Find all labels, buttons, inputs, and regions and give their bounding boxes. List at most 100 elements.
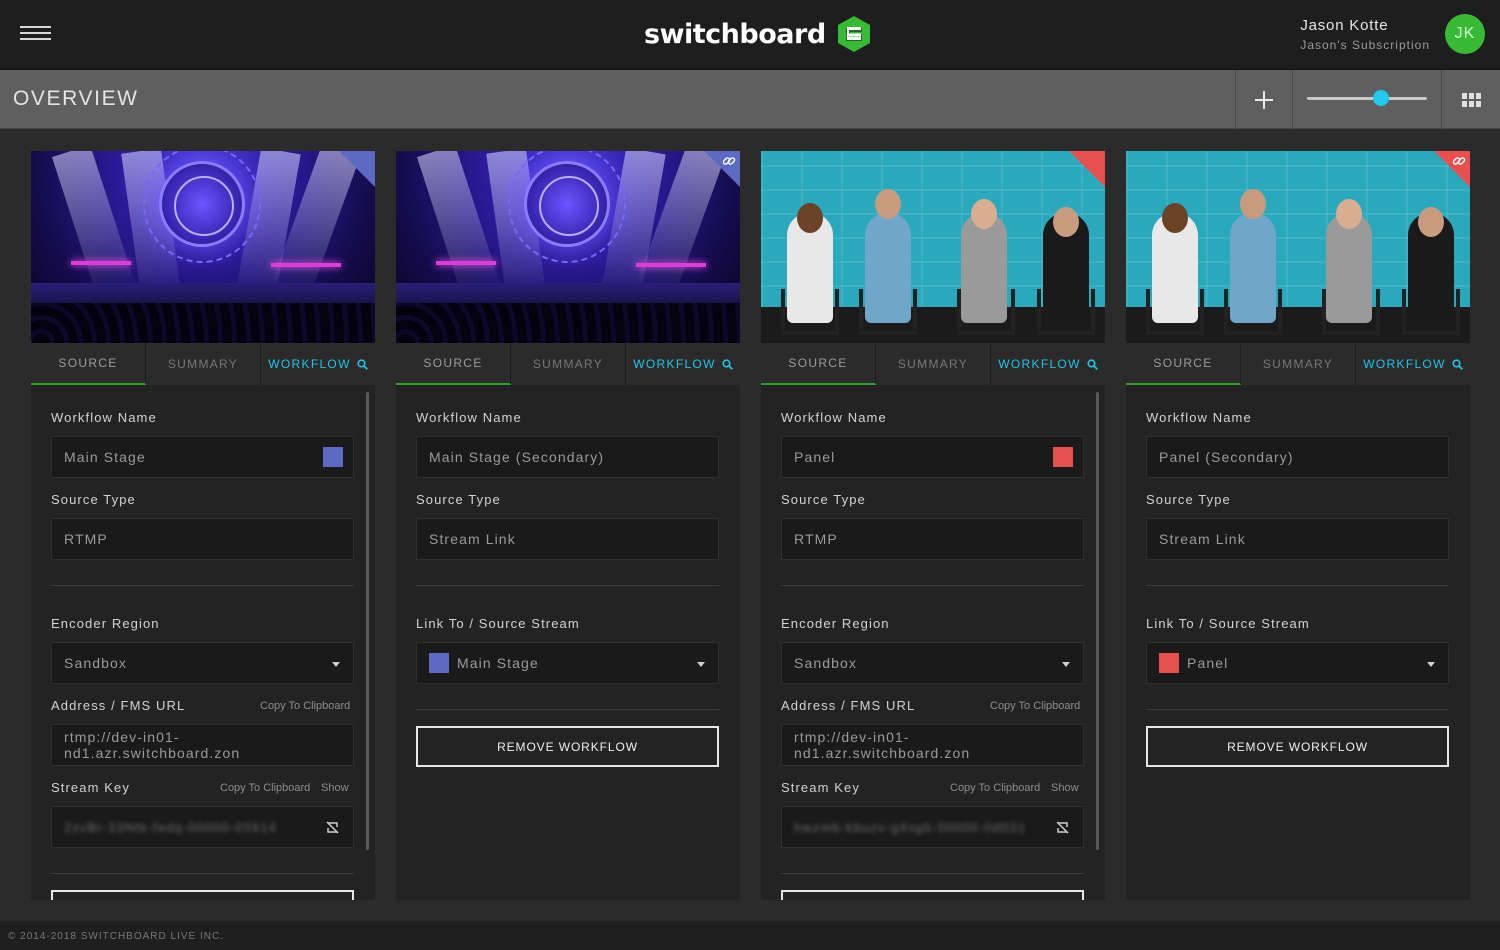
tab-workflow[interactable]: WORKFLOW — [1356, 343, 1470, 385]
grid-view-button[interactable] — [1443, 70, 1500, 129]
tab-summary[interactable]: SUMMARY — [1241, 343, 1356, 385]
link-to-select[interactable]: Panel — [1146, 642, 1449, 684]
search-icon — [722, 358, 733, 370]
chevron-down-icon — [1062, 662, 1070, 667]
user-info[interactable]: Jason Kotte Jason's Subscription — [1300, 17, 1430, 52]
user-name: Jason Kotte — [1300, 17, 1389, 34]
encoder-region-label: Encoder Region — [781, 616, 890, 631]
remove-workflow-button[interactable] — [781, 890, 1084, 900]
stream-preview[interactable] — [396, 151, 740, 343]
encoder-region-value: Sandbox — [64, 655, 127, 671]
card-tabs: SOURCE SUMMARY WORKFLOW — [761, 343, 1105, 385]
tab-workflow-label: WORKFLOW — [633, 357, 716, 371]
scrollbar[interactable] — [366, 392, 369, 850]
divider — [1146, 585, 1449, 586]
copy-stream-key-link[interactable]: Copy To Clipboard — [220, 782, 310, 794]
workflow-name-label: Workflow Name — [1146, 410, 1252, 425]
stream-key-label: Stream Key — [51, 780, 130, 795]
workflow-name-field[interactable]: Main Stage (Secondary) — [416, 436, 719, 478]
search-icon — [1087, 358, 1098, 370]
menu-icon[interactable] — [20, 26, 51, 42]
workflow-name-field[interactable]: Panel — [781, 436, 1084, 478]
top-bar: switchboard Jason Kotte Jason's Subscrip… — [0, 0, 1500, 70]
source-type-label: Source Type — [1146, 492, 1231, 507]
user-subscription: Jason's Subscription — [1300, 38, 1430, 52]
stream-preview[interactable] — [761, 151, 1105, 343]
workflow-card-panel-secondary: SOURCE SUMMARY WORKFLOW Workflow Name Pa… — [1126, 151, 1470, 900]
scrollbar[interactable] — [1096, 392, 1099, 850]
card-tabs: SOURCE SUMMARY WORKFLOW — [31, 343, 375, 385]
avatar[interactable]: JK — [1445, 14, 1485, 54]
remove-workflow-button[interactable]: REMOVE WORKFLOW — [1146, 726, 1449, 767]
stream-preview[interactable] — [1126, 151, 1470, 343]
tab-summary[interactable]: SUMMARY — [876, 343, 991, 385]
workflow-card-main-stage: SOURCE SUMMARY WORKFLOW Workflow Name Ma… — [31, 151, 375, 900]
chevron-down-icon — [1427, 662, 1435, 667]
workflow-name-value: Main Stage (Secondary) — [429, 449, 605, 465]
copy-address-link[interactable]: Copy To Clipboard — [260, 700, 350, 712]
stream-key-field[interactable]: 2zvBr-33Ntk-fedq-00000-05914 — [51, 806, 354, 848]
panel-preview-image — [1126, 151, 1470, 343]
address-field[interactable]: rtmp://dev-in01-nd1.azr.switchboard.zon — [51, 724, 354, 766]
tab-source[interactable]: SOURCE — [31, 343, 146, 385]
tab-summary[interactable]: SUMMARY — [146, 343, 261, 385]
search-icon — [1452, 358, 1463, 370]
tab-source[interactable]: SOURCE — [761, 343, 876, 385]
link-to-select[interactable]: Main Stage — [416, 642, 719, 684]
source-type-value: RTMP — [64, 531, 108, 547]
regenerate-key-icon[interactable] — [1055, 820, 1070, 835]
workflow-color-swatch[interactable] — [323, 447, 343, 467]
add-workflow-button[interactable] — [1235, 70, 1293, 129]
encoder-region-select[interactable]: Sandbox — [781, 642, 1084, 684]
stream-key-value: hwzmb-kbuzv-g4sgb-00000-0d031 — [794, 819, 1027, 835]
encoder-region-select[interactable]: Sandbox — [51, 642, 354, 684]
switchboard-logo-icon — [837, 16, 870, 52]
tab-workflow[interactable]: WORKFLOW — [626, 343, 740, 385]
source-type-value: RTMP — [794, 531, 838, 547]
stage-preview-image — [31, 151, 375, 343]
brand-name: switchboard — [644, 18, 826, 50]
workflow-form: Workflow Name Panel (Secondary) Source T… — [1126, 385, 1470, 900]
divider — [51, 585, 354, 586]
tab-source[interactable]: SOURCE — [396, 343, 511, 385]
workflow-name-label: Workflow Name — [51, 410, 157, 425]
source-type-label: Source Type — [781, 492, 866, 507]
remove-workflow-button[interactable]: REMOVE WORKFLOW — [416, 726, 719, 767]
tab-workflow-label: WORKFLOW — [998, 357, 1081, 371]
stream-key-field[interactable]: hwzmb-kbuzv-g4sgb-00000-0d031 — [781, 806, 1084, 848]
link-icon — [1452, 157, 1466, 165]
copy-address-link[interactable]: Copy To Clipboard — [990, 700, 1080, 712]
tab-workflow[interactable]: WORKFLOW — [261, 343, 375, 385]
divider — [1146, 709, 1449, 710]
tab-summary[interactable]: SUMMARY — [511, 343, 626, 385]
address-label: Address / FMS URL — [781, 698, 916, 713]
workflow-color-swatch[interactable] — [1053, 447, 1073, 467]
address-field[interactable]: rtmp://dev-in01-nd1.azr.switchboard.zon — [781, 724, 1084, 766]
source-type-field: RTMP — [781, 518, 1084, 560]
remove-workflow-button[interactable] — [51, 890, 354, 900]
stage-preview-image — [396, 151, 740, 343]
linked-color-swatch — [1159, 653, 1179, 673]
zoom-slider[interactable] — [1294, 70, 1442, 129]
workflow-name-field[interactable]: Main Stage — [51, 436, 354, 478]
stream-preview[interactable] — [31, 151, 375, 343]
tab-workflow-label: WORKFLOW — [268, 357, 351, 371]
link-icon — [722, 157, 736, 165]
chevron-down-icon — [697, 662, 705, 667]
divider — [416, 709, 719, 710]
show-stream-key-link[interactable]: Show — [1051, 782, 1079, 794]
linked-color-swatch — [429, 653, 449, 673]
brand[interactable]: switchboard — [644, 14, 872, 54]
footer: © 2014-2018 SWITCHBOARD LIVE INC. — [0, 921, 1500, 950]
tab-workflow-label: WORKFLOW — [1363, 357, 1446, 371]
tab-workflow[interactable]: WORKFLOW — [991, 343, 1105, 385]
zoom-slider-track[interactable] — [1307, 97, 1427, 100]
zoom-slider-thumb[interactable] — [1373, 90, 1390, 106]
regenerate-key-icon[interactable] — [325, 820, 340, 835]
workflow-name-field[interactable]: Panel (Secondary) — [1146, 436, 1449, 478]
encoder-region-value: Sandbox — [794, 655, 857, 671]
copy-stream-key-link[interactable]: Copy To Clipboard — [950, 782, 1040, 794]
show-stream-key-link[interactable]: Show — [321, 782, 349, 794]
tab-source[interactable]: SOURCE — [1126, 343, 1241, 385]
link-to-label: Link To / Source Stream — [416, 616, 580, 631]
